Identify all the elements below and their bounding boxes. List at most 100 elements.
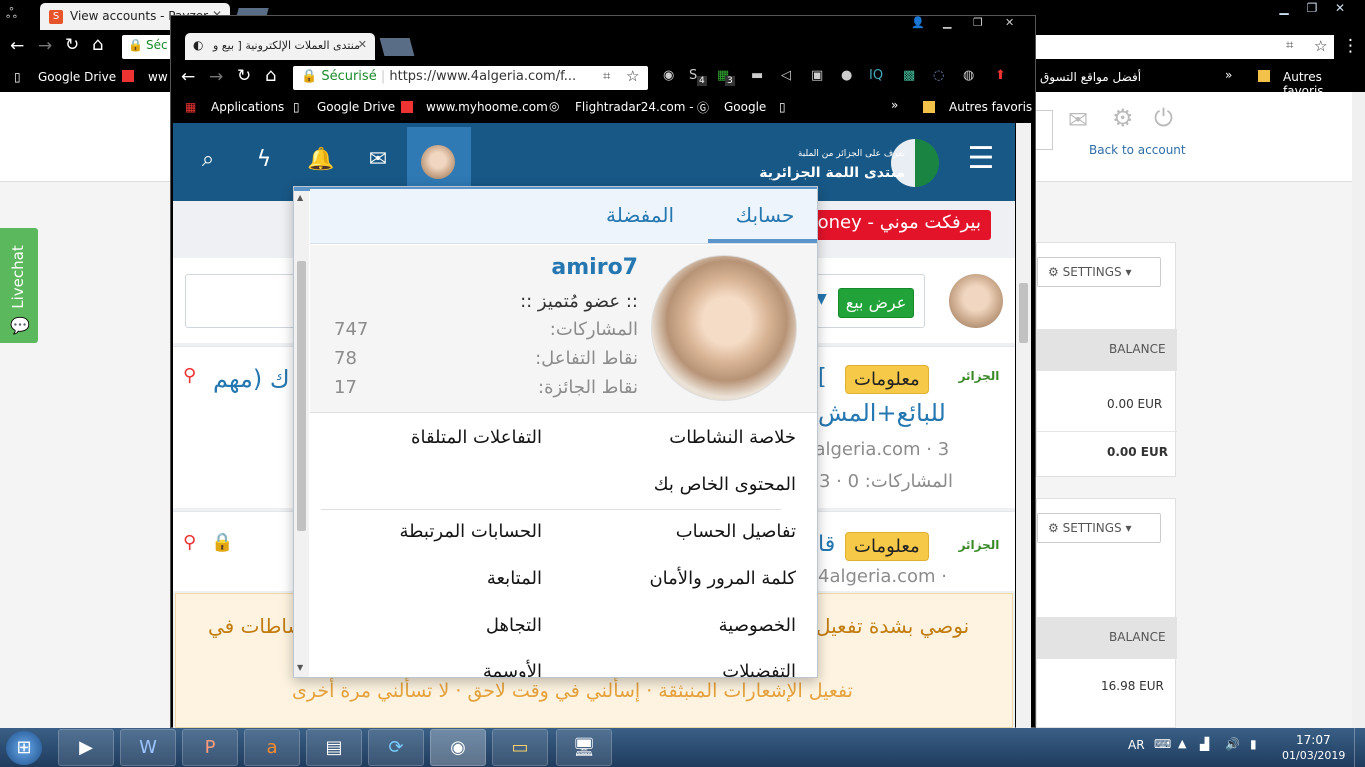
menu-account-details[interactable]: تفاصيل الحساب <box>604 521 796 542</box>
bookmark-google[interactable]: Google <box>724 100 766 114</box>
user-avatar[interactable] <box>949 274 1003 328</box>
back-to-account-link[interactable]: Back to account <box>1089 143 1186 157</box>
livechat-tab[interactable]: Livechat 💬 <box>0 228 38 343</box>
thread-title[interactable]: للبائع+المش <box>818 399 946 427</box>
outer-bookmark-arabic[interactable]: أفضل مواقع التسوق <box>1040 70 1141 84</box>
inner-tab-4algeria[interactable]: ◐ منتدى العملات الإلكترونية [ بيع و ✕ <box>185 33 375 60</box>
chevron-more-icon[interactable]: » <box>891 98 898 112</box>
outer-omnibox[interactable]: 🔒 Séc <box>122 35 177 59</box>
menu-news-feed[interactable]: خلاصة النشاطات <box>604 427 796 448</box>
menu-password-security[interactable]: كلمة المرور والأمان <box>594 568 796 589</box>
scroll-down-icon[interactable]: ▼ <box>297 663 303 672</box>
extension-icon[interactable]: ◌ <box>933 68 944 83</box>
envelope-icon[interactable]: ✉ <box>358 140 398 180</box>
inner-scrollbar[interactable] <box>1016 123 1031 728</box>
extension-icon[interactable]: ▬ <box>751 68 763 83</box>
inner-omnibox[interactable]: 🔒 Sécurisé | https://www.4algeria.com/f.… <box>293 66 648 90</box>
mail-icon[interactable]: ✉ <box>1068 106 1088 134</box>
menu-ignoring[interactable]: التجاهل <box>344 615 542 636</box>
tab-favorites[interactable]: المفضلة <box>580 203 700 227</box>
menu-preferences[interactable]: التفضيلات <box>604 661 796 677</box>
start-button[interactable]: ⊞ <box>6 731 42 765</box>
extension-icon[interactable]: ◁ <box>781 68 791 83</box>
minimize-icon[interactable]: ▁ <box>943 16 951 29</box>
bookmark-myhoome[interactable]: www.myhoome.com <box>426 100 548 114</box>
bookmark-applications[interactable]: Applications <box>211 100 284 114</box>
chevron-more-icon[interactable]: » <box>1225 68 1232 82</box>
incognito-icon[interactable]: ஃ <box>6 6 17 24</box>
inner-other-bookmarks[interactable]: Autres favoris <box>949 100 1032 114</box>
close-tab-icon[interactable]: ✕ <box>358 38 367 51</box>
thread-title-extra[interactable]: [ <box>818 365 827 390</box>
forward-icon[interactable]: → <box>38 36 52 56</box>
info-badge[interactable]: معلومات <box>845 532 929 561</box>
info-badge[interactable]: معلومات <box>845 365 929 394</box>
explorer-folder-icon[interactable]: ▭ <box>492 729 548 766</box>
restore-icon[interactable]: ❐ <box>1298 1 1326 19</box>
site-logo[interactable]: تعرف على الجزائر من الملبة منتدى اللمة ا… <box>759 133 945 193</box>
notice-actions[interactable]: تفعيل الإشعارات المنبثقة · إسألني في وقت… <box>292 680 853 702</box>
translate-icon[interactable]: ⌗ <box>603 69 610 84</box>
reload-icon[interactable]: ↻ <box>237 66 251 86</box>
extension-icon[interactable]: ◍ <box>963 68 974 83</box>
sync-icon[interactable]: ⟳ <box>368 729 424 766</box>
close-window-icon[interactable]: ✕ <box>1326 1 1354 19</box>
chrome-icon[interactable]: ◉ <box>430 729 486 766</box>
avast-icon[interactable]: a <box>244 729 300 766</box>
sponsor-banner[interactable]: بيرفكت موني - Money <box>815 210 991 240</box>
new-tab-button[interactable] <box>379 38 415 56</box>
forward-icon[interactable]: → <box>209 67 223 87</box>
menu-dots-icon[interactable]: ⋮ <box>1342 36 1359 56</box>
dropdown-scroll-thumb[interactable] <box>297 261 306 531</box>
language-indicator[interactable]: AR <box>1128 738 1145 752</box>
power-icon[interactable]: ⏻ <box>1154 104 1173 132</box>
tab-your-account[interactable]: حسابك <box>706 203 817 227</box>
bookmark-star-icon[interactable]: ☆ <box>1314 37 1327 55</box>
bookmark-google-drive[interactable]: Google Drive <box>317 100 395 114</box>
thread-side-text[interactable]: ك (مهم <box>213 365 290 393</box>
remote-desktop-icon[interactable]: 🖥 <box>556 729 612 766</box>
scrollbar-thumb[interactable] <box>1019 283 1028 343</box>
close-window-icon[interactable]: ✕ <box>1005 16 1014 29</box>
lightning-icon[interactable]: ϟ <box>244 140 284 180</box>
menu-privacy[interactable]: الخصوصية <box>604 615 796 636</box>
extension-icon[interactable]: ◉ <box>663 68 674 83</box>
extension-icon[interactable]: IQ <box>869 68 883 83</box>
menu-trophies[interactable]: الأوسمة <box>344 661 542 677</box>
restore-icon[interactable]: ❐ <box>973 16 983 29</box>
scroll-up-icon[interactable]: ▲ <box>297 193 303 202</box>
extension-icon[interactable]: ⬆ <box>995 68 1006 83</box>
outer-bookmark-ww[interactable]: ww <box>148 70 168 84</box>
translate-icon[interactable]: ⌗ <box>1286 38 1293 53</box>
bookmark-flightradar[interactable]: Flightradar24.com - <box>575 100 694 114</box>
outer-omnibox-right[interactable]: ⌗ ☆ <box>1036 35 1334 59</box>
show-desktop-button[interactable] <box>1354 728 1365 767</box>
outer-bookmark-drive[interactable]: Google Drive <box>38 70 116 84</box>
extension-icon[interactable]: ▩ <box>903 68 915 83</box>
home-icon[interactable]: ⌂ <box>92 34 103 55</box>
sell-offer-button[interactable]: عرض بيع <box>838 288 914 318</box>
outer-scrollbar[interactable] <box>1352 92 1365 728</box>
settings-dropdown-2[interactable]: ⚙ SETTINGS ▾ <box>1037 513 1161 543</box>
search-box-edge[interactable] <box>1036 110 1053 150</box>
extension-icon[interactable]: ▣ <box>811 68 823 83</box>
word-icon[interactable]: W <box>120 729 176 766</box>
thread-title[interactable]: قا <box>818 532 835 557</box>
profile-icon[interactable]: 👤 <box>911 16 925 29</box>
tray-expand-icon[interactable]: ▲ <box>1178 737 1186 750</box>
settings-dropdown-1[interactable]: ⚙ SETTINGS ▾ <box>1037 257 1161 287</box>
hamburger-menu-icon[interactable]: ☰ <box>961 139 1001 179</box>
search-icon[interactable]: ⌕ <box>188 140 228 180</box>
powerpoint-icon[interactable]: P <box>182 729 238 766</box>
reload-icon[interactable]: ↻ <box>65 35 79 55</box>
network-icon[interactable]: ▟ <box>1200 737 1209 751</box>
menu-reactions-received[interactable]: التفاعلات المتلقاة <box>344 427 542 448</box>
keyboard-icon[interactable]: ⌨ <box>1154 737 1171 751</box>
clock-date[interactable]: 01/03/2019 <box>1282 749 1345 762</box>
dropdown-scrollbar[interactable]: ▲ ▼ <box>294 191 309 677</box>
menu-your-content[interactable]: المحتوى الخاص بك <box>594 474 796 495</box>
media-player-icon[interactable]: ▶ <box>58 729 114 766</box>
extension-icon[interactable]: ● <box>841 68 852 83</box>
bookmark-star-icon[interactable]: ☆ <box>626 67 639 85</box>
clock-time[interactable]: 17:07 <box>1296 733 1331 747</box>
